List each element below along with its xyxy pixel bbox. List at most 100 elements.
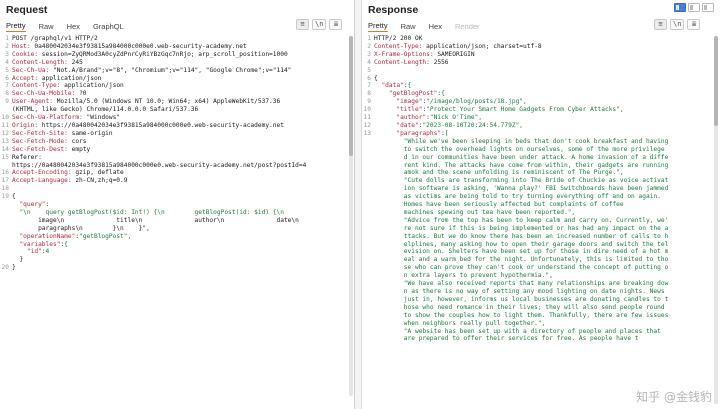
request-tab-graphql[interactable]: GraphQL (93, 22, 124, 31)
response-line: 11 "author":"Nick O'Time", (362, 114, 720, 122)
request-line-number: 1 (5, 35, 9, 42)
request-line-text: } (12, 264, 16, 272)
request-actions-button[interactable]: ≡ (296, 19, 309, 30)
request-line-number: 14 (1, 145, 9, 153)
response-line-number: 2 (367, 42, 371, 50)
response-line: 1 HTTP/2 200 OK (362, 35, 720, 43)
request-line-text: Content-Length: 245 (12, 58, 83, 66)
response-tools: ≡ \n ≣ (654, 19, 701, 30)
pane-divider[interactable] (355, 0, 362, 409)
response-line: to switch the overhead lights on ourselv… (362, 146, 720, 154)
request-line-text: https://0a480042034e3f93815a984000c000e0… (12, 161, 307, 169)
response-tab-pretty[interactable]: Pretty (368, 21, 388, 32)
request-line-number: 18 (1, 185, 9, 193)
layout-switch (674, 3, 714, 12)
response-line-text: n extra layers to prevent hypothermia.", (374, 272, 553, 280)
response-tab-hex[interactable]: Hex (429, 22, 442, 31)
response-line-text: "author":"Nick O'Time", (396, 114, 483, 122)
request-line: 20} (0, 264, 354, 272)
request-tab-raw[interactable]: Raw (39, 22, 54, 31)
response-line-text: "paragraphs":[ (396, 129, 449, 137)
request-line: (KHTML, like Gecko) Chrome/114.0.0.0 Saf… (0, 106, 354, 114)
response-line: "While we've been sleeping in beds that … (362, 138, 720, 146)
response-line-text: X-Frame-Options: SAMEORIGIN (374, 50, 475, 58)
response-tab-render[interactable]: Render (455, 22, 480, 31)
response-actions-button[interactable]: ≡ (654, 19, 667, 30)
response-line-text: d in our communities have been under att… (374, 153, 669, 161)
response-line-text: "A website has been set up with a direct… (374, 327, 661, 335)
response-scrollbar[interactable] (714, 36, 718, 404)
response-line-number (362, 304, 374, 312)
layout-tabs-icon[interactable] (702, 3, 714, 12)
response-menu-button[interactable]: ≣ (687, 19, 701, 30)
request-line: https://0a480042034e3f93815a984000c000e0… (0, 162, 354, 170)
response-line-number (362, 146, 374, 154)
request-menu-button[interactable]: ≣ (329, 19, 343, 30)
response-line-number (362, 185, 374, 193)
response-scroll-thumb[interactable] (714, 36, 718, 126)
request-line-text: Accept-Encoding: gzip, deflate (12, 169, 124, 177)
request-line-text: Sec-Ch-Ua: "Not.A/Brand";v="8", "Chromiu… (12, 66, 292, 74)
response-line: "A website has been set up with a direct… (362, 328, 720, 336)
request-line-number: 6 (5, 74, 9, 82)
response-line: as victims are being told to try turning… (362, 193, 720, 201)
response-line: 8 "getBlogPost":{ (362, 90, 720, 98)
response-line: evision on. Shelters have been set up fo… (362, 248, 720, 256)
response-newline-toggle[interactable]: \n (670, 19, 685, 30)
request-line: 17 Accept-Language: zh-CN,zh;q=0.9 (0, 177, 354, 185)
response-line: Homes have been seriously affected but c… (362, 201, 720, 209)
request-scrollbar[interactable] (349, 36, 353, 396)
response-line-number (362, 256, 374, 264)
request-line-text (12, 185, 354, 193)
request-line-text: Sec-Ch-Ua-Mobile: ?0 (12, 90, 87, 98)
response-line-text: rent kind. The attacks have come from wi… (374, 161, 669, 169)
response-line-text: Content-Type: application/json; charset=… (374, 42, 542, 50)
response-line: "Advice from the top has been to keep ca… (362, 217, 720, 225)
response-line-text: "data":{ (381, 82, 412, 90)
request-line-text: } (12, 256, 24, 264)
response-line-text: are prepared to offer their services for… (374, 335, 639, 343)
request-line: 4 Content-Length: 245 (0, 59, 354, 67)
request-line-number (0, 248, 12, 256)
request-line: "variables":{ (0, 241, 354, 249)
response-line-text: ttacks. But we do know there has been an… (374, 232, 669, 240)
response-line-text: "getBlogPost":{ (388, 90, 445, 98)
response-line-text: { (374, 74, 378, 82)
response-line: 4 Content-Length: 2556 (362, 59, 720, 67)
response-line: se who can prove they can't cook or unde… (362, 264, 720, 272)
response-pane: Response Pretty Raw Hex Render ≡ \n ≣ 1H… (362, 0, 720, 409)
response-line-number: 5 (367, 66, 371, 74)
response-line: just in, however, informs us local busin… (362, 296, 720, 304)
response-line-text: to switch the overhead lights on ourselv… (374, 145, 665, 153)
response-line: eal and a warm bed for the night. Unfort… (362, 256, 720, 264)
response-line-text: "We have also received reports that many… (374, 280, 669, 288)
response-line-number (362, 154, 374, 162)
response-tab-raw[interactable]: Raw (401, 22, 416, 31)
request-line: 18 (0, 185, 354, 193)
request-newline-toggle[interactable]: \n (312, 19, 327, 30)
request-line-number: 8 (5, 90, 9, 98)
response-line-number (362, 312, 374, 320)
response-line-text (374, 67, 720, 75)
request-line-text: { (12, 193, 16, 201)
response-line: "We have also received reports that many… (362, 280, 720, 288)
response-line-number (362, 201, 374, 209)
request-scroll-thumb[interactable] (349, 36, 353, 156)
request-line-number: 12 (1, 129, 9, 137)
request-tab-hex[interactable]: Hex (67, 22, 80, 31)
response-line: 5 (362, 67, 720, 75)
layout-stacked-icon[interactable] (688, 3, 700, 12)
response-line: 12 "date":"2023-08-10T20:24:54.779Z", (362, 122, 720, 130)
request-editor[interactable]: 1 POST /graphql/v1 HTTP/2 2 Host: 0a4800420… (0, 35, 354, 409)
response-line-text: Content-Length: 2556 (374, 58, 449, 66)
request-line-text: POST /graphql/v1 HTTP/2 (12, 35, 98, 42)
response-editor[interactable]: 1 HTTP/2 200 OK 2 Content-Type: application… (362, 35, 720, 409)
request-line-number: 13 (1, 137, 9, 145)
request-line-number (0, 162, 12, 170)
request-tab-pretty[interactable]: Pretty (6, 21, 26, 32)
request-line-number (0, 209, 12, 217)
request-line: 15 Referer: (0, 154, 354, 162)
layout-side-by-side-icon[interactable] (674, 3, 686, 12)
response-line-number: 4 (367, 58, 371, 66)
response-line-number: 13 (363, 129, 371, 137)
